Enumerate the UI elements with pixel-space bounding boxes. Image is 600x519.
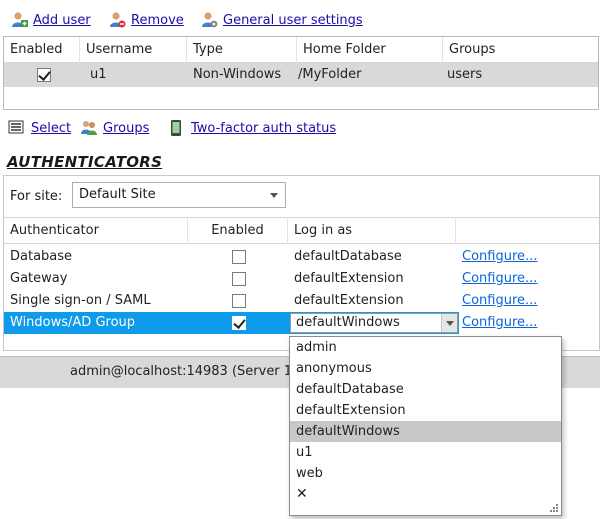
- column-header-authenticator[interactable]: Authenticator: [4, 218, 188, 244]
- add-user-label[interactable]: Add user: [33, 13, 91, 28]
- chevron-down-icon: [270, 193, 278, 198]
- user-home-folder: /MyFolder: [298, 67, 362, 82]
- column-header-username[interactable]: Username: [80, 37, 187, 63]
- secondary-toolbar: Select Groups Two-factor auth status: [0, 116, 600, 140]
- user-username: u1: [90, 67, 107, 82]
- column-header-groups[interactable]: Groups: [443, 37, 600, 63]
- login-as-combobox-value: defaultWindows: [296, 315, 400, 330]
- clear-selection-icon[interactable]: ✕: [290, 484, 561, 505]
- phone-icon: [168, 119, 186, 137]
- authenticator-name: Database: [10, 249, 73, 264]
- remove-button[interactable]: Remove: [108, 10, 184, 30]
- user-toolbar: Add user Remove General user settings: [0, 0, 600, 36]
- authenticator-enabled-checkbox[interactable]: [232, 272, 246, 286]
- dropdown-option[interactable]: u1: [290, 442, 561, 463]
- configure-cell: Configure...: [459, 312, 599, 334]
- dropdown-option[interactable]: defaultExtension: [290, 400, 561, 421]
- authenticators-grid: Authenticator Enabled Log in as Database…: [4, 217, 599, 339]
- general-user-settings-label[interactable]: General user settings: [223, 13, 363, 28]
- configure-link[interactable]: Configure...: [459, 312, 537, 334]
- groups-label[interactable]: Groups: [103, 121, 149, 136]
- select-button[interactable]: Select: [8, 118, 71, 138]
- select-list-icon: [8, 119, 26, 137]
- users-grid: Enabled Username Type Home Folder Groups…: [3, 36, 599, 110]
- add-user-button[interactable]: Add user: [10, 10, 91, 30]
- table-row[interactable]: Gateway defaultExtension Configure...: [4, 268, 599, 290]
- configure-link[interactable]: Configure...: [456, 246, 537, 268]
- remove-user-icon: [108, 11, 126, 29]
- column-header-enabled[interactable]: Enabled: [4, 37, 80, 63]
- general-user-settings-button[interactable]: General user settings: [200, 10, 363, 30]
- site-select-value: Default Site: [79, 187, 156, 202]
- authenticators-grid-header: Authenticator Enabled Log in as: [4, 217, 599, 244]
- authenticator-name: Single sign-on / SAML: [10, 293, 151, 308]
- table-row[interactable]: Single sign-on / SAML defaultExtension C…: [4, 290, 599, 312]
- user-enabled-checkbox[interactable]: [37, 68, 51, 82]
- user-settings-icon: [200, 11, 218, 29]
- dropdown-option-highlighted[interactable]: defaultWindows: [290, 421, 561, 442]
- dropdown-option[interactable]: defaultDatabase: [290, 379, 561, 400]
- remove-label[interactable]: Remove: [131, 13, 184, 28]
- authenticator-name: Gateway: [10, 271, 68, 286]
- column-header-type[interactable]: Type: [187, 37, 297, 63]
- authenticator-enabled-checkbox[interactable]: [232, 294, 246, 308]
- dropdown-option[interactable]: anonymous: [290, 358, 561, 379]
- authenticator-login-as[interactable]: defaultDatabase: [288, 246, 402, 268]
- column-header-home-folder[interactable]: Home Folder: [297, 37, 443, 63]
- section-heading-authenticators: AUTHENTICATORS: [7, 153, 163, 171]
- groups-button[interactable]: Groups: [80, 118, 149, 138]
- login-as-combobox[interactable]: defaultWindows: [290, 313, 458, 333]
- table-row[interactable]: Database defaultDatabase Configure...: [4, 246, 599, 268]
- login-as-dropdown-list[interactable]: admin anonymous defaultDatabase defaultE…: [289, 336, 562, 516]
- authenticator-name: Windows/AD Group: [10, 315, 136, 330]
- site-label: For site:: [10, 189, 63, 204]
- user-groups: users: [447, 67, 483, 82]
- configure-link[interactable]: Configure...: [456, 290, 537, 312]
- add-user-icon: [10, 11, 28, 29]
- groups-icon: [80, 119, 98, 137]
- site-select[interactable]: Default Site: [72, 182, 286, 208]
- table-row[interactable]: u1 Non-Windows /MyFolder users: [4, 63, 598, 87]
- authenticator-enabled-checkbox[interactable]: [232, 250, 246, 264]
- column-header-configure: [456, 218, 599, 244]
- dropdown-option[interactable]: admin: [290, 337, 561, 358]
- select-label[interactable]: Select: [31, 121, 71, 136]
- resize-grip-icon[interactable]: [548, 502, 558, 512]
- status-text: admin@localhost:14983 (Server 1): [70, 364, 298, 379]
- chevron-down-icon[interactable]: [441, 314, 457, 332]
- two-factor-status-button[interactable]: Two-factor auth status: [168, 118, 336, 138]
- configure-link[interactable]: Configure...: [456, 268, 537, 290]
- column-header-enabled[interactable]: Enabled: [188, 218, 288, 244]
- user-type: Non-Windows: [193, 67, 282, 82]
- users-grid-header: Enabled Username Type Home Folder Groups: [4, 37, 598, 63]
- table-row-selected[interactable]: Windows/AD Group defaultWindows Configur…: [4, 312, 599, 334]
- column-header-log-in-as[interactable]: Log in as: [288, 218, 456, 244]
- authenticator-enabled-checkbox[interactable]: [232, 316, 246, 330]
- authenticator-login-as[interactable]: defaultExtension: [288, 268, 404, 290]
- two-factor-status-label[interactable]: Two-factor auth status: [191, 121, 336, 136]
- authenticator-login-as[interactable]: defaultExtension: [288, 290, 404, 312]
- dropdown-option[interactable]: web: [290, 463, 561, 484]
